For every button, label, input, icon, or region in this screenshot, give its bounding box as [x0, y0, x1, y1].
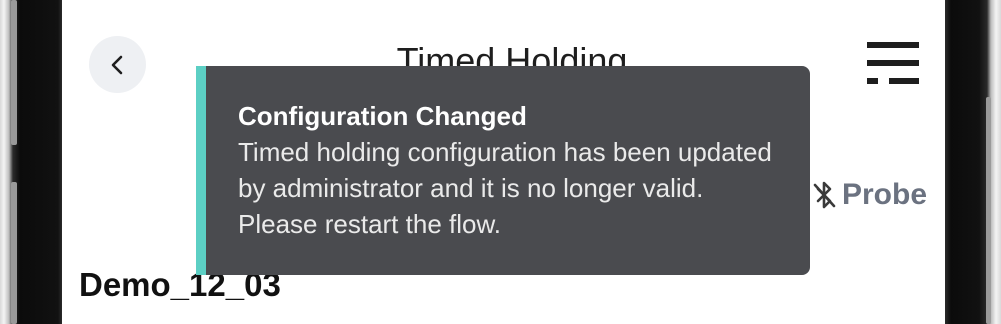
phone-bezel-right [945, 0, 1001, 324]
volume-button [11, 182, 17, 324]
toast-title: Configuration Changed [238, 101, 527, 131]
toast-notification[interactable]: Configuration Changed Timed holding conf… [196, 66, 810, 275]
menu-icon [867, 42, 919, 84]
toast-accent-bar [196, 66, 206, 275]
app-screen: Timed Holding Probe Demo_12_03 Configura… [62, 0, 945, 324]
chevron-left-icon [111, 55, 122, 74]
phone-frame: Timed Holding Probe Demo_12_03 Configura… [0, 0, 1001, 324]
bluetooth-off-icon [813, 181, 836, 209]
side-button [986, 97, 991, 324]
back-button[interactable] [89, 36, 146, 93]
probe-status[interactable]: Probe [812, 176, 927, 214]
volume-button [11, 0, 17, 145]
toast-message: Timed holding configuration has been upd… [238, 137, 772, 239]
probe-label: Probe [842, 178, 928, 211]
menu-button[interactable] [867, 40, 919, 86]
phone-bezel-left [0, 0, 62, 324]
